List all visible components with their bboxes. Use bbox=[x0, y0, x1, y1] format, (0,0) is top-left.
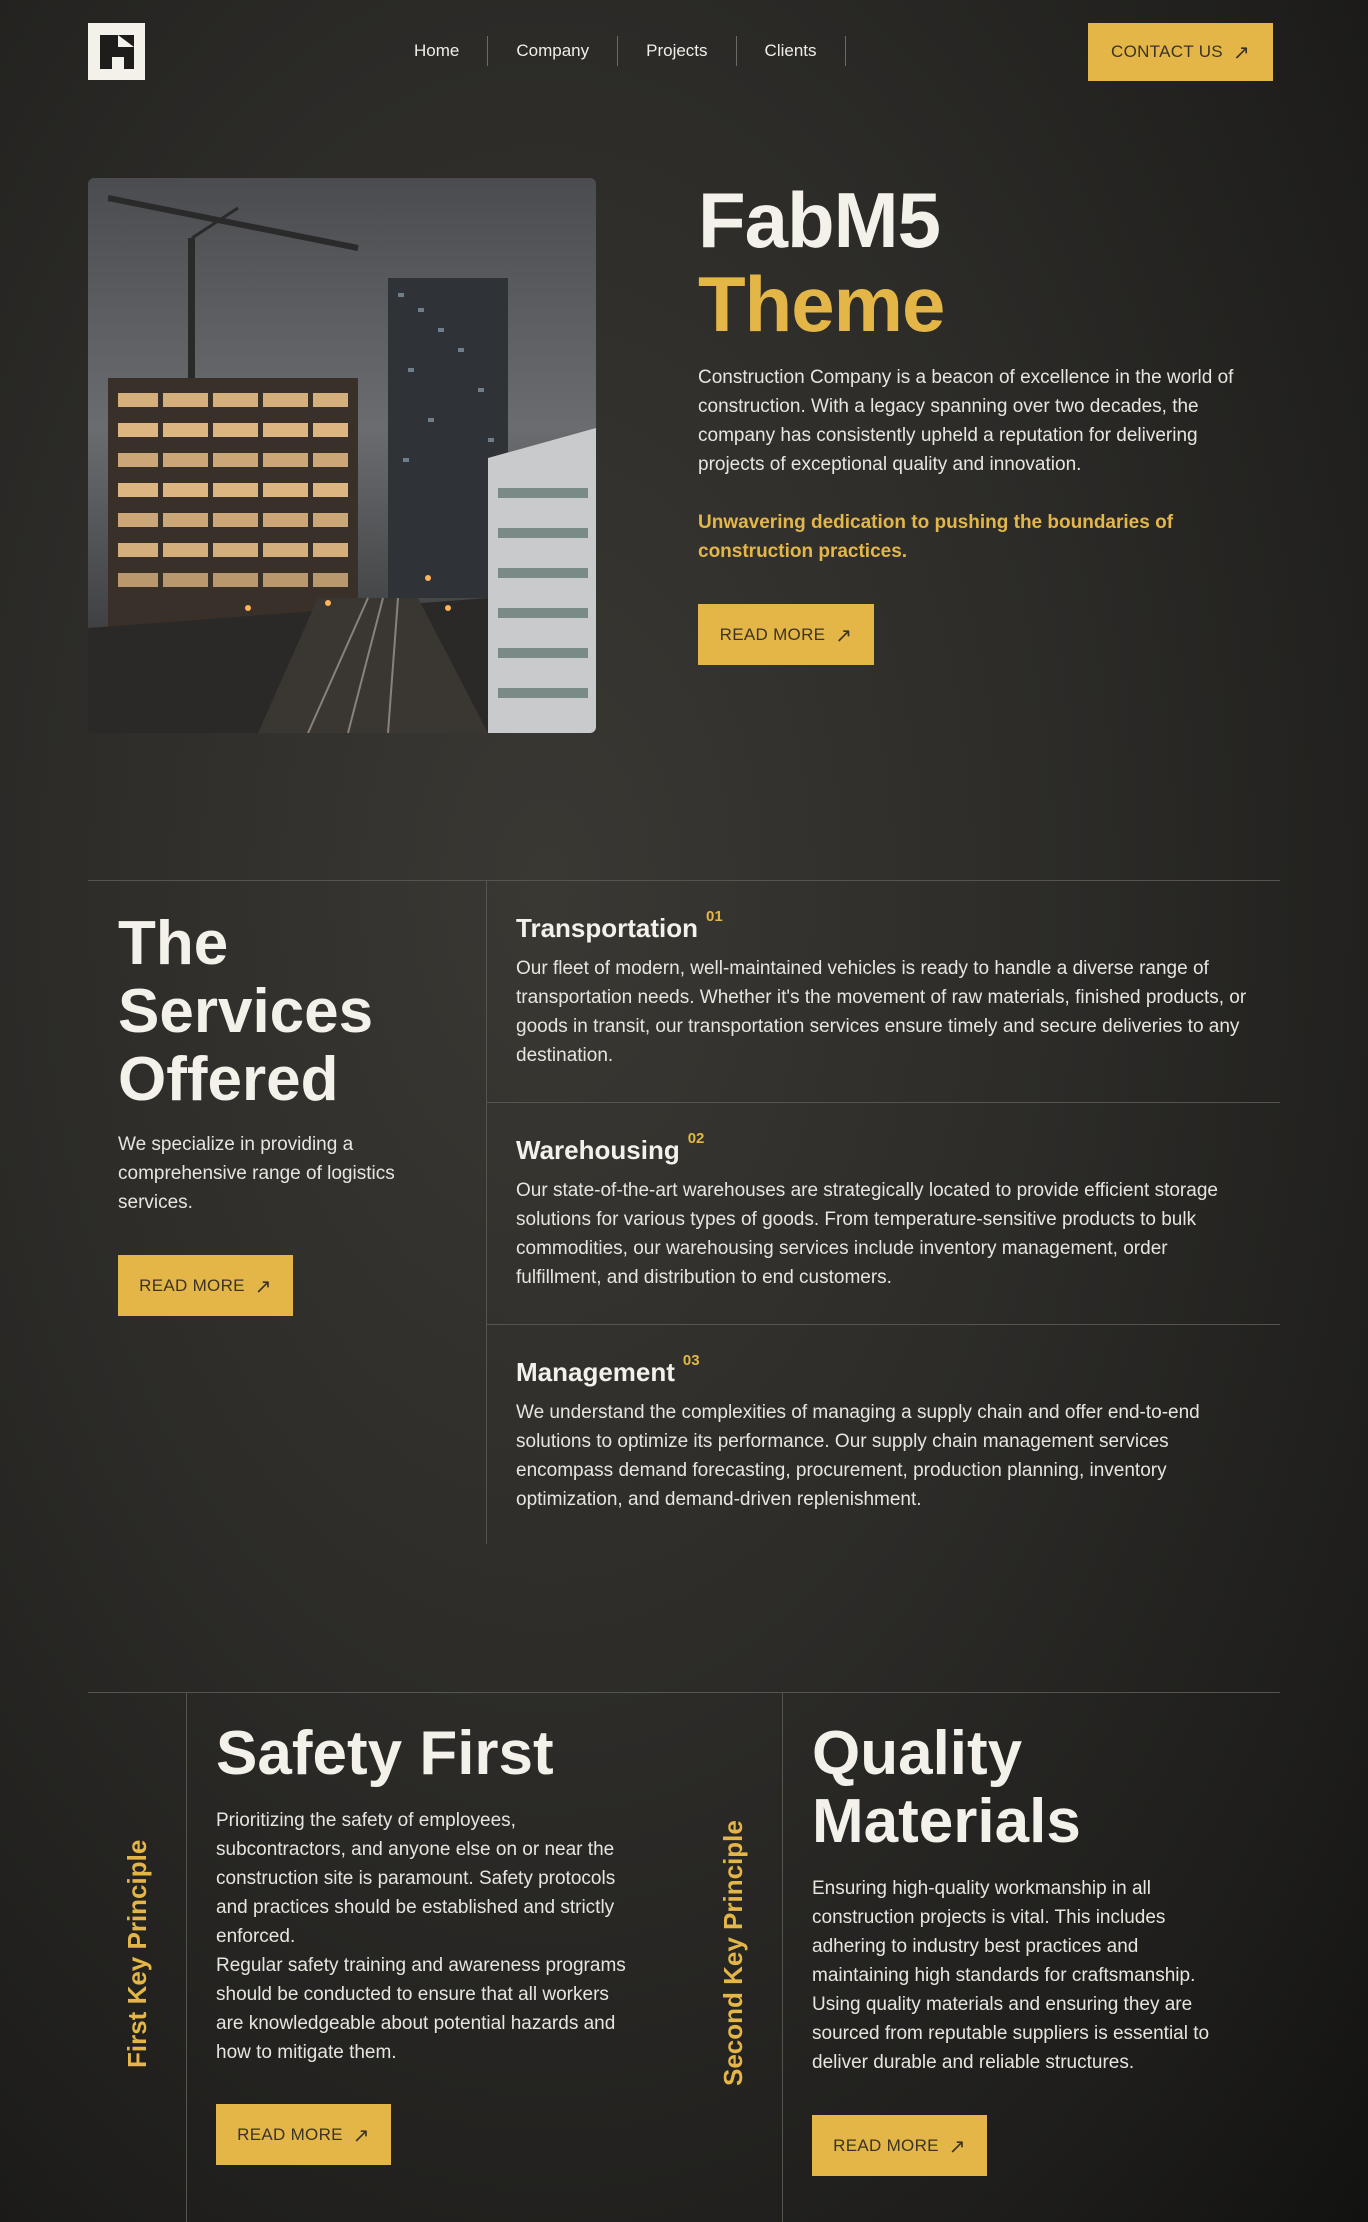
services-top-divider bbox=[88, 880, 1280, 881]
nav-link-home[interactable]: Home bbox=[386, 36, 489, 66]
safety-first-text: Prioritizing the safety of employees, su… bbox=[216, 1806, 636, 2067]
quality-materials-title: Quality Materials bbox=[812, 1719, 1081, 1856]
first-key-principle-label: First Key Principle bbox=[122, 1839, 152, 2068]
hero-read-more-button[interactable]: READ MORE ↗ bbox=[698, 604, 874, 665]
service-number: 02 bbox=[687, 1130, 705, 1147]
arrow-up-right-icon: ↗ bbox=[254, 1273, 272, 1298]
safety-first-title: Safety First bbox=[216, 1719, 554, 1788]
arrow-up-right-icon: ↗ bbox=[1232, 40, 1250, 64]
contact-us-label: CONTACT US bbox=[1111, 42, 1223, 61]
site-logo[interactable] bbox=[88, 23, 145, 80]
service-title: Warehousing bbox=[516, 1135, 680, 1165]
safety-first-text-2: Regular safety training and awareness pr… bbox=[216, 1955, 626, 2063]
service-number: 01 bbox=[706, 908, 723, 925]
arrow-up-right-icon: ↗ bbox=[352, 2122, 370, 2147]
service-text: We understand the complexities of managi… bbox=[516, 1402, 1200, 1510]
service-text: Our state-of-the-art warehouses are stra… bbox=[516, 1180, 1218, 1288]
nav-link-clients[interactable]: Clients bbox=[737, 36, 846, 66]
quality-read-more-button[interactable]: READ MORE ↗ bbox=[812, 2115, 987, 2176]
service-item-management: Management 03 We understand the complexit… bbox=[516, 1352, 1256, 1514]
nav-link-company[interactable]: Company bbox=[488, 36, 619, 66]
nav-link-projects[interactable]: Projects bbox=[618, 36, 737, 66]
arrow-up-right-icon: ↗ bbox=[835, 622, 853, 647]
services-title: The Services Offered bbox=[118, 909, 374, 1114]
services-read-more-label: READ MORE bbox=[139, 1275, 245, 1295]
hero-emphasis: Unwavering dedication to pushing the bou… bbox=[698, 512, 1174, 562]
hero-description: Construction Company is a beacon of exce… bbox=[698, 367, 1234, 475]
contact-us-button[interactable]: CONTACT US ↗ bbox=[1088, 23, 1273, 81]
building-logo-icon bbox=[88, 23, 145, 80]
services-vertical-divider bbox=[486, 880, 487, 1544]
main-nav: Home Company Projects Clients bbox=[386, 34, 846, 68]
services-read-more-button[interactable]: READ MORE ↗ bbox=[118, 1255, 293, 1316]
principles-top-divider bbox=[88, 1692, 1280, 1693]
safety-first-text-1: Prioritizing the safety of employees, su… bbox=[216, 1810, 616, 1947]
principles-divider-middle bbox=[782, 1692, 783, 2222]
service-title: Management bbox=[516, 1357, 675, 1387]
quality-materials-text: Ensuring high-quality workmanship in all… bbox=[812, 1878, 1210, 2073]
services-description: We specialize in providing a comprehensi… bbox=[118, 1134, 395, 1213]
safety-read-more-button[interactable]: READ MORE ↗ bbox=[216, 2104, 391, 2165]
hero-image bbox=[88, 178, 596, 733]
service-item-transportation: Transportation 01 Our fleet of modern, we… bbox=[516, 908, 1256, 1070]
hero-read-more-label: READ MORE bbox=[719, 624, 826, 644]
principles-divider-left bbox=[186, 1692, 187, 2222]
arrow-up-right-icon: ↗ bbox=[948, 2133, 966, 2158]
service-text: Our fleet of modern, well-maintained veh… bbox=[516, 958, 1247, 1066]
services-divider-1 bbox=[486, 1102, 1280, 1103]
service-title: Transportation bbox=[516, 913, 699, 943]
hero-title-line2: Theme bbox=[698, 260, 945, 348]
safety-read-more-label: READ MORE bbox=[237, 2124, 343, 2144]
hero-title-line1: FabM5 bbox=[698, 176, 941, 264]
service-number: 03 bbox=[682, 1352, 700, 1369]
services-divider-2 bbox=[486, 1324, 1280, 1325]
service-item-warehousing: Warehousing 02 Our state-of-the-art wareh… bbox=[516, 1130, 1256, 1292]
page: Home Company Projects Clients CONTACT US… bbox=[0, 0, 1368, 2222]
quality-read-more-label: READ MORE bbox=[833, 2135, 939, 2155]
second-key-principle-label: Second Key Principle bbox=[718, 1820, 748, 2086]
